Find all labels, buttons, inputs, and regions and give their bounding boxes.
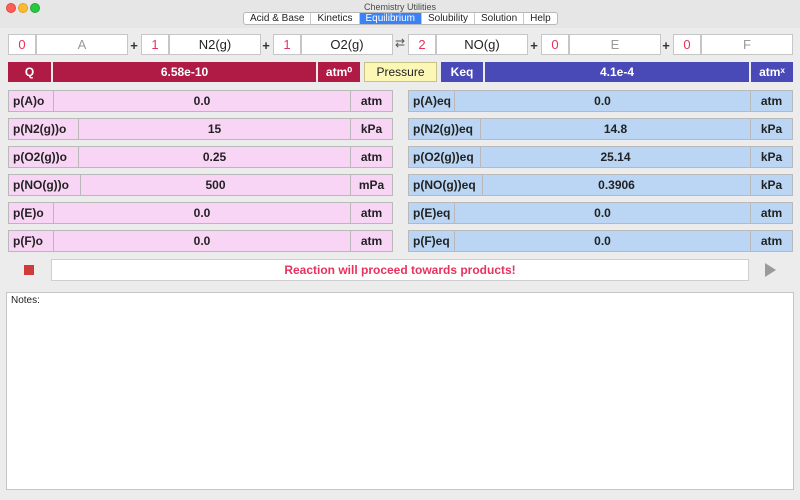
initial-unit-select[interactable]: atm bbox=[350, 90, 393, 112]
equilibrium-panel: 0 A + 1 N2(g) + 1 O2(g) ⇄ 2 NO(g) + 0 E … bbox=[0, 28, 800, 500]
tab-solubility[interactable]: Solubility bbox=[422, 13, 475, 24]
initial-unit-select[interactable]: atm bbox=[350, 146, 393, 168]
plus-sign: + bbox=[130, 38, 138, 53]
equilibrium-row-n2: p(N2(g))eq 14.8 kPa bbox=[408, 118, 793, 140]
initial-label: p(F)o bbox=[8, 230, 54, 252]
initial-row-o2: p(O2(g))o 0.25 atm bbox=[8, 146, 393, 168]
coef-f-input[interactable]: 0 bbox=[673, 34, 701, 55]
equilibrium-value: 0.3906 bbox=[483, 174, 750, 196]
equilibrium-row-o2: p(O2(g))eq 25.14 kPa bbox=[408, 146, 793, 168]
tab-solution[interactable]: Solution bbox=[475, 13, 525, 24]
status-message: Reaction will proceed towards products! bbox=[51, 259, 749, 281]
tab-acid-base[interactable]: Acid & Base bbox=[244, 13, 312, 24]
species-d-input[interactable]: NO(g) bbox=[436, 34, 528, 55]
species-b-input[interactable]: N2(g) bbox=[169, 34, 261, 55]
initial-row-a: p(A)o 0.0 atm bbox=[8, 90, 393, 112]
species-f-input[interactable]: F bbox=[701, 34, 793, 55]
equilibrium-value: 0.0 bbox=[455, 202, 750, 224]
initial-unit-select[interactable]: atm bbox=[350, 230, 393, 252]
initial-value-input[interactable]: 500 bbox=[81, 174, 350, 196]
initial-unit-select[interactable]: kPa bbox=[350, 118, 393, 140]
initial-value-input[interactable]: 0.0 bbox=[54, 202, 350, 224]
equilibrium-value: 25.14 bbox=[481, 146, 750, 168]
coef-c-input[interactable]: 1 bbox=[273, 34, 301, 55]
title-bar: Chemistry Utilities Acid & Base Kinetics… bbox=[0, 0, 800, 28]
equilibrium-unit-select[interactable]: atm bbox=[750, 202, 793, 224]
initial-value-input[interactable]: 15 bbox=[79, 118, 350, 140]
initial-value-input[interactable]: 0.0 bbox=[54, 230, 350, 252]
play-icon[interactable] bbox=[765, 263, 776, 277]
initial-label: p(N2(g))o bbox=[8, 118, 79, 140]
initial-label: p(E)o bbox=[8, 202, 54, 224]
equilibrium-row-no: p(NO(g))eq 0.3906 kPa bbox=[408, 174, 793, 196]
initial-row-no: p(NO(g))o 500 mPa bbox=[8, 174, 393, 196]
coef-e-input[interactable]: 0 bbox=[541, 34, 569, 55]
equilibrium-label: p(NO(g))eq bbox=[408, 174, 483, 196]
equilibrium-label: p(N2(g))eq bbox=[408, 118, 481, 140]
initial-unit-select[interactable]: mPa bbox=[350, 174, 393, 196]
q-value: 6.58e-10 bbox=[53, 62, 316, 82]
window-title: Chemistry Utilities bbox=[363, 2, 436, 12]
equilibrium-unit-select[interactable]: kPa bbox=[750, 146, 793, 168]
initial-unit-select[interactable]: atm bbox=[350, 202, 393, 224]
coef-b-input[interactable]: 1 bbox=[141, 34, 169, 55]
equilibrium-label: p(O2(g))eq bbox=[408, 146, 481, 168]
initial-label: p(A)o bbox=[8, 90, 54, 112]
equilibrium-unit-select[interactable]: atm bbox=[750, 230, 793, 252]
initial-value-input[interactable]: 0.0 bbox=[54, 90, 350, 112]
tab-equilibrium[interactable]: Equilibrium bbox=[359, 13, 422, 24]
initial-row-e: p(E)o 0.0 atm bbox=[8, 202, 393, 224]
q-unit: atm⁰ bbox=[318, 62, 360, 82]
tab-bar: Acid & Base Kinetics Equilibrium Solubil… bbox=[243, 12, 558, 25]
initial-label: p(NO(g))o bbox=[8, 174, 81, 196]
species-a-input[interactable]: A bbox=[36, 34, 128, 55]
initial-row-f: p(F)o 0.0 atm bbox=[8, 230, 393, 252]
species-c-input[interactable]: O2(g) bbox=[301, 34, 393, 55]
initial-value-input[interactable]: 0.25 bbox=[79, 146, 350, 168]
pressure-mode-button[interactable]: Pressure bbox=[364, 62, 437, 82]
equilibrium-value: 0.0 bbox=[455, 90, 750, 112]
equilibrium-unit-select[interactable]: kPa bbox=[750, 118, 793, 140]
equilibrium-row-e: p(E)eq 0.0 atm bbox=[408, 202, 793, 224]
keq-unit: atmˣ bbox=[751, 62, 793, 82]
equilibrium-value: 0.0 bbox=[455, 230, 750, 252]
notes-label: Notes: bbox=[11, 295, 40, 306]
equilibrium-value: 14.8 bbox=[481, 118, 750, 140]
equilibrium-arrows-icon: ⇄ bbox=[394, 36, 406, 50]
equilibrium-unit-select[interactable]: kPa bbox=[750, 174, 793, 196]
tab-help[interactable]: Help bbox=[524, 13, 557, 24]
species-e-input[interactable]: E bbox=[569, 34, 661, 55]
plus-sign: + bbox=[662, 38, 670, 53]
initial-label: p(O2(g))o bbox=[8, 146, 79, 168]
equilibrium-row-f: p(F)eq 0.0 atm bbox=[408, 230, 793, 252]
keq-label: Keq bbox=[441, 62, 483, 82]
coef-d-input[interactable]: 2 bbox=[408, 34, 436, 55]
coef-a-input[interactable]: 0 bbox=[8, 34, 36, 55]
plus-sign: + bbox=[262, 38, 270, 53]
plus-sign: + bbox=[530, 38, 538, 53]
stop-icon[interactable] bbox=[24, 265, 34, 275]
equilibrium-label: p(F)eq bbox=[408, 230, 455, 252]
equilibrium-label: p(A)eq bbox=[408, 90, 455, 112]
initial-row-n2: p(N2(g))o 15 kPa bbox=[8, 118, 393, 140]
keq-input[interactable]: 4.1e-4 bbox=[485, 62, 749, 82]
notes-textarea[interactable]: Notes: bbox=[6, 292, 794, 490]
equilibrium-unit-select[interactable]: atm bbox=[750, 90, 793, 112]
q-label: Q bbox=[8, 62, 51, 82]
equilibrium-row-a: p(A)eq 0.0 atm bbox=[408, 90, 793, 112]
equilibrium-label: p(E)eq bbox=[408, 202, 455, 224]
tab-kinetics[interactable]: Kinetics bbox=[311, 13, 360, 24]
